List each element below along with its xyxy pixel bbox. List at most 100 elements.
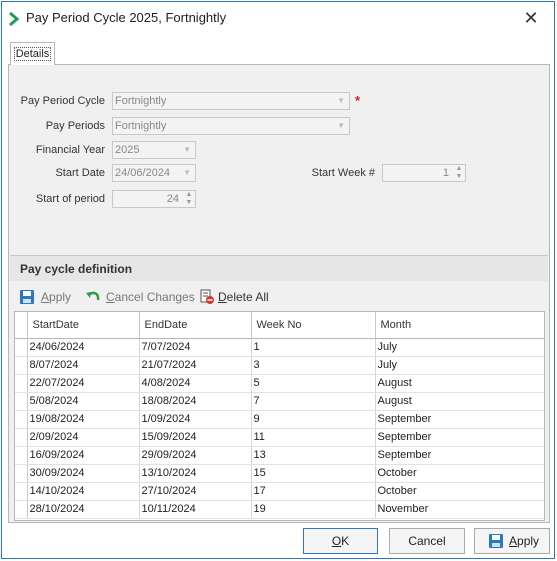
cell-month[interactable]: July: [375, 356, 544, 375]
cell-enddate[interactable]: 1/09/2024: [139, 410, 252, 429]
details-panel: Pay Period Cycle Fortnightly ▼ * Pay Per…: [8, 64, 550, 523]
row-indicator[interactable]: [15, 464, 28, 483]
cell-week-no[interactable]: 11: [251, 428, 376, 447]
chevron-down-icon: ▼: [337, 96, 345, 105]
cell-month[interactable]: July: [375, 338, 544, 357]
cell-startdate[interactable]: 16/09/2024: [27, 446, 140, 465]
tab-details[interactable]: Details: [10, 42, 55, 65]
column-header-month[interactable]: Month: [375, 312, 544, 339]
table-row[interactable]: 14/10/2024 27/10/2024 17 October: [15, 482, 544, 501]
cell-startdate[interactable]: 22/07/2024: [27, 374, 140, 393]
cell-week-no[interactable]: 3: [251, 356, 376, 375]
financial-year-value: 2025: [115, 144, 140, 156]
cell-startdate[interactable]: 24/06/2024: [27, 338, 140, 357]
row-indicator[interactable]: [15, 410, 28, 429]
table-row[interactable]: 30/09/2024 13/10/2024 15 October: [15, 464, 544, 483]
section-title: Pay cycle definition: [10, 255, 548, 281]
cell-enddate[interactable]: 18/08/2024: [139, 392, 252, 411]
pay-period-cycle-select[interactable]: Fortnightly ▼: [112, 92, 350, 110]
cancel-button-label: Cancel: [408, 534, 446, 548]
close-button[interactable]: ✕: [518, 6, 544, 30]
apply-button-label: Apply: [509, 534, 540, 548]
close-icon: ✕: [523, 8, 539, 28]
start-date-picker[interactable]: 24/06/2024 ▼: [112, 164, 196, 182]
cell-startdate[interactable]: 14/10/2024: [27, 482, 140, 501]
apply-button[interactable]: Apply: [474, 528, 550, 554]
table-row[interactable]: 5/08/2024 18/08/2024 7 August: [15, 392, 544, 411]
cell-month[interactable]: November: [375, 500, 544, 519]
delete-all-label: Delete All: [218, 290, 269, 304]
start-week-label: Start Week #: [311, 167, 375, 179]
start-week-stepper[interactable]: 1 ▲ ▼: [382, 164, 466, 182]
cell-startdate[interactable]: 2/09/2024: [27, 428, 140, 447]
cancel-changes-button[interactable]: Cancel Changes: [85, 286, 195, 308]
column-header-week-no[interactable]: Week No: [251, 312, 376, 339]
cell-enddate[interactable]: 13/10/2024: [139, 464, 252, 483]
cell-startdate[interactable]: 19/08/2024: [27, 410, 140, 429]
cell-enddate[interactable]: 10/11/2024: [139, 500, 252, 519]
tab-details-label: Details: [13, 47, 52, 61]
pay-periods-select[interactable]: Fortnightly ▼: [112, 117, 350, 135]
cell-enddate[interactable]: 4/08/2024: [139, 374, 252, 393]
cell-enddate[interactable]: 27/10/2024: [139, 482, 252, 501]
table-row[interactable]: 16/09/2024 29/09/2024 13 September: [15, 446, 544, 465]
pay-periods-label: Pay Periods: [45, 120, 105, 132]
row-indicator[interactable]: [15, 374, 28, 393]
cell-enddate[interactable]: 15/09/2024: [139, 428, 252, 447]
cell-startdate[interactable]: 8/07/2024: [27, 356, 140, 375]
financial-year-label: Financial Year: [35, 144, 105, 156]
cell-month[interactable]: October: [375, 482, 544, 501]
table-row[interactable]: 19/08/2024 1/09/2024 9 September: [15, 410, 544, 429]
table-row[interactable]: 28/10/2024 10/11/2024 19 November: [15, 500, 544, 519]
dialog-window: Pay Period Cycle 2025, Fortnightly ✕ Det…: [1, 1, 555, 559]
cell-startdate[interactable]: 5/08/2024: [27, 392, 140, 411]
row-indicator[interactable]: [15, 338, 28, 357]
required-indicator: *: [355, 93, 361, 108]
row-indicator[interactable]: [15, 392, 28, 411]
undo-icon: [86, 291, 100, 301]
pay-period-cycle-label: Pay Period Cycle: [20, 95, 105, 107]
delete-all-button[interactable]: Delete All: [199, 286, 275, 308]
cell-enddate[interactable]: 29/09/2024: [139, 446, 252, 465]
table-row[interactable]: 22/07/2024 4/08/2024 5 August: [15, 374, 544, 393]
column-header-startdate[interactable]: StartDate: [27, 312, 140, 339]
save-icon: [489, 534, 503, 548]
cancel-button[interactable]: Cancel: [389, 528, 465, 554]
cell-month[interactable]: October: [375, 464, 544, 483]
cell-month[interactable]: September: [375, 446, 544, 465]
start-of-period-stepper[interactable]: 24 ▲ ▼: [112, 190, 196, 208]
cell-month[interactable]: August: [375, 374, 544, 393]
start-date-value: 24/06/2024: [115, 167, 171, 179]
cell-enddate[interactable]: 7/07/2024: [139, 338, 252, 357]
table-row[interactable]: 2/09/2024 15/09/2024 11 September: [15, 428, 544, 447]
cell-week-no[interactable]: 1: [251, 338, 376, 357]
cell-week-no[interactable]: 9: [251, 410, 376, 429]
row-indicator[interactable]: [15, 428, 28, 447]
row-indicator[interactable]: [15, 500, 28, 519]
cell-month[interactable]: August: [375, 392, 544, 411]
financial-year-select[interactable]: 2025 ▼: [112, 141, 196, 159]
cancel-changes-label: Cancel Changes: [106, 290, 195, 304]
ok-button-label: OK: [331, 534, 350, 548]
cell-week-no[interactable]: 15: [251, 464, 376, 483]
apply-changes-button[interactable]: Apply: [19, 286, 77, 308]
cell-month[interactable]: September: [375, 428, 544, 447]
cell-week-no[interactable]: 17: [251, 482, 376, 501]
cell-month[interactable]: September: [375, 410, 544, 429]
title-bar: Pay Period Cycle 2025, Fortnightly ✕: [2, 2, 554, 34]
table-row[interactable]: 8/07/2024 21/07/2024 3 July: [15, 356, 544, 375]
table-row[interactable]: 24/06/2024 7/07/2024 1 July: [15, 338, 544, 357]
cell-startdate[interactable]: 28/10/2024: [27, 500, 140, 519]
start-date-label: Start Date: [55, 167, 105, 179]
cell-week-no[interactable]: 7: [251, 392, 376, 411]
column-header-enddate[interactable]: EndDate: [139, 312, 252, 339]
row-indicator[interactable]: [15, 446, 28, 465]
cell-startdate[interactable]: 30/09/2024: [27, 464, 140, 483]
cell-week-no[interactable]: 5: [251, 374, 376, 393]
cell-week-no[interactable]: 13: [251, 446, 376, 465]
cell-week-no[interactable]: 19: [251, 500, 376, 519]
row-indicator[interactable]: [15, 356, 28, 375]
ok-button[interactable]: OK: [303, 528, 378, 554]
row-indicator[interactable]: [15, 482, 28, 501]
cell-enddate[interactable]: 21/07/2024: [139, 356, 252, 375]
